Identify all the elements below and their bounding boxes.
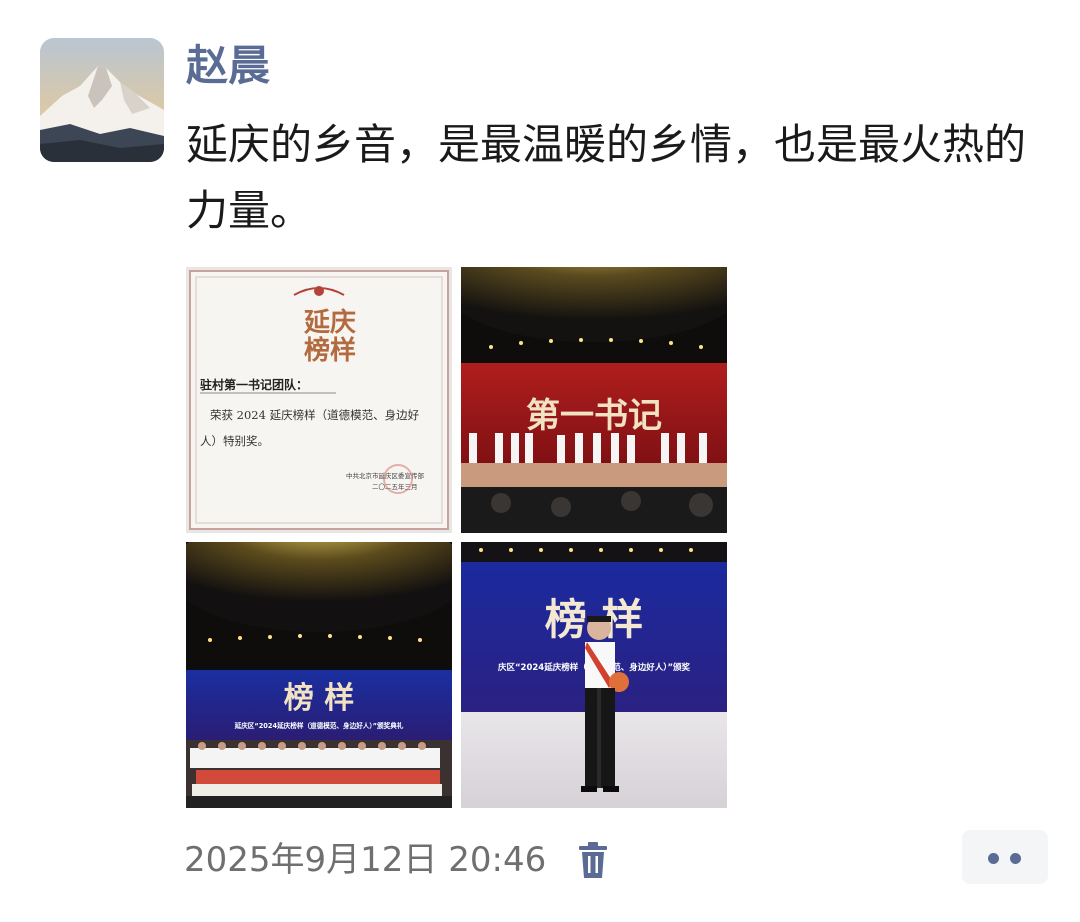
- group-screen-sub: 延庆区“2024延庆榜样（道德模范、身边好人）”颁奖典礼: [234, 721, 404, 730]
- cert-logo-line1: 延庆: [303, 307, 356, 338]
- avatar[interactable]: [40, 38, 164, 162]
- photo-individual-awardee[interactable]: 榜 样 庆区“2024延庆榜样（道德模范、身边好人）”颁奖: [461, 542, 727, 808]
- photo-stage-first-secretary[interactable]: 第一书记: [461, 267, 727, 533]
- moment-post: 赵晨 延庆的乡音，是最温暖的乡情，也是最火热的力量。 延庆 榜样 驻村第一书记团…: [0, 0, 1080, 922]
- mountain-avatar-image: [40, 38, 164, 162]
- post-text: 延庆的乡音，是最温暖的乡情，也是最火热的力量。: [186, 120, 1027, 235]
- post-timestamp: 2025年9月12日 20:46: [184, 840, 547, 880]
- cert-logo-line2: 榜样: [304, 335, 356, 366]
- cert-recipient: 驻村第一书记团队：: [200, 377, 308, 392]
- photo-group-ceremony[interactable]: 榜 样 延庆区“2024延庆榜样（道德模范、身边好人）”颁奖典礼: [186, 542, 452, 808]
- trash-icon[interactable]: [575, 840, 611, 880]
- more-dot: [988, 853, 999, 864]
- photo-certificate[interactable]: 延庆 榜样 驻村第一书记团队： 荣获 2024 延庆榜样（道德模范、身边好 人）…: [186, 267, 452, 533]
- stage-screen-text: 第一书记: [526, 396, 662, 436]
- group-screen-title: 榜 样: [284, 681, 354, 716]
- cert-body-line2: 人）特别奖。: [200, 434, 269, 448]
- author-name[interactable]: 赵晨: [186, 38, 270, 94]
- more-dots-icon[interactable]: [962, 830, 1048, 884]
- cert-body-line1: 荣获 2024 延庆榜样（道德模范、身边好: [210, 408, 420, 422]
- more-dot: [1010, 853, 1021, 864]
